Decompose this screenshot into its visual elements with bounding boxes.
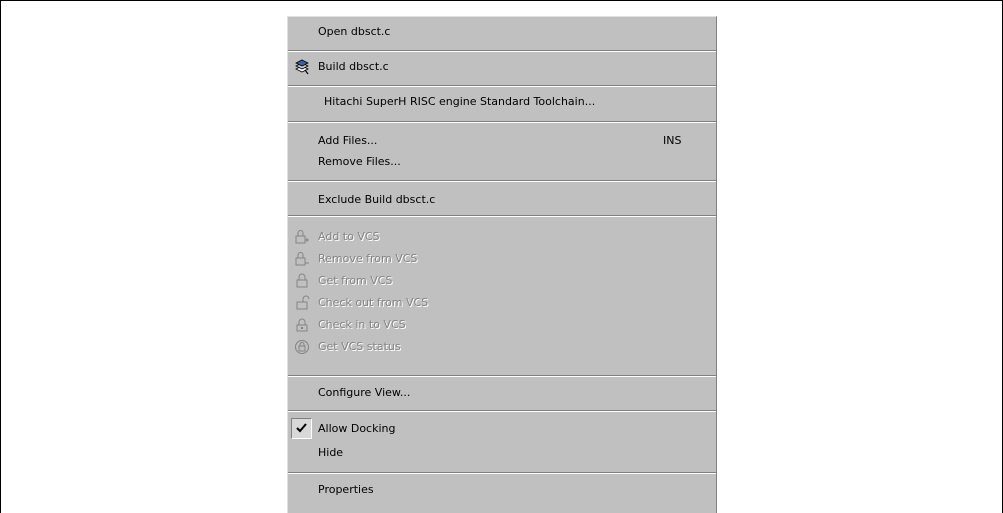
allow-docking-check xyxy=(291,418,312,439)
vcs-check-out-icon xyxy=(294,295,310,311)
menu-item-check-out-from-vcs-label: Check out from VCS xyxy=(318,296,429,309)
menu-item-build-label: Build dbsct.c xyxy=(318,60,389,73)
checkmark-icon xyxy=(296,423,307,433)
vcs-get-icon xyxy=(294,273,310,289)
menu-item-remove-files[interactable]: Remove Files... xyxy=(288,150,716,174)
menu-separator xyxy=(288,410,716,412)
menu-item-toolchain-label: Hitachi SuperH RISC engine Standard Tool… xyxy=(324,95,596,108)
menu-separator xyxy=(288,472,716,474)
menu-item-toolchain[interactable]: Hitachi SuperH RISC engine Standard Tool… xyxy=(288,90,716,114)
menu-item-remove-from-vcs-label: Remove from VCS xyxy=(318,252,418,265)
menu-separator xyxy=(288,215,716,217)
menu-item-build[interactable]: Build dbsct.c xyxy=(288,55,716,79)
menu-item-properties-label: Properties xyxy=(318,483,374,496)
build-icon xyxy=(294,59,310,75)
menu-item-remove-files-label: Remove Files... xyxy=(318,155,401,168)
menu-item-get-from-vcs-label: Get from VCS xyxy=(318,274,393,287)
menu-item-add-to-vcs-label: Add to VCS xyxy=(318,230,380,243)
menu-separator xyxy=(288,180,716,182)
menu-item-add-to-vcs: Add to VCS xyxy=(288,225,716,249)
menu-item-open[interactable]: Open dbsct.c xyxy=(288,20,716,44)
vcs-check-in-icon xyxy=(294,317,310,333)
menu-item-exclude-build-label: Exclude Build dbsct.c xyxy=(318,193,436,206)
menu-item-remove-from-vcs: Remove from VCS xyxy=(288,247,716,271)
menu-item-check-out-from-vcs: Check out from VCS xyxy=(288,291,716,315)
menu-separator xyxy=(288,85,716,87)
menu-item-configure-view-label: Configure View... xyxy=(318,386,411,399)
menu-item-hide[interactable]: Hide xyxy=(288,441,716,465)
menu-separator xyxy=(288,121,716,123)
menu-item-get-from-vcs: Get from VCS xyxy=(288,269,716,293)
vcs-status-icon xyxy=(294,339,310,355)
vcs-remove-icon xyxy=(294,251,310,267)
menu-item-get-vcs-status: Get VCS status xyxy=(288,335,716,359)
menu-item-allow-docking-label: Allow Docking xyxy=(318,422,396,435)
context-menu: Open dbsct.c Build dbsct.c Hitachi Super… xyxy=(287,16,717,513)
vcs-add-icon xyxy=(294,229,310,245)
menu-item-get-vcs-status-label: Get VCS status xyxy=(318,340,401,353)
menu-item-open-label: Open dbsct.c xyxy=(318,25,391,38)
menu-item-hide-label: Hide xyxy=(318,446,344,459)
menu-item-exclude-build[interactable]: Exclude Build dbsct.c xyxy=(288,188,716,212)
menu-item-check-in-to-vcs: Check in to VCS xyxy=(288,313,716,337)
menu-separator xyxy=(288,50,716,52)
menu-item-configure-view[interactable]: Configure View... xyxy=(288,381,716,405)
menu-item-properties[interactable]: Properties xyxy=(288,478,716,502)
menu-item-allow-docking[interactable]: Allow Docking xyxy=(288,417,716,441)
menu-item-check-in-to-vcs-label: Check in to VCS xyxy=(318,318,406,331)
menu-separator xyxy=(288,375,716,377)
